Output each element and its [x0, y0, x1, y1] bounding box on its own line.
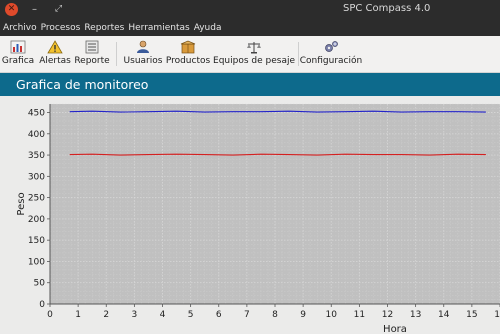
- gears-icon: [325, 41, 338, 52]
- section-title: Grafica de monitoreo: [16, 77, 149, 92]
- x-tick-label: 13: [410, 310, 421, 320]
- y-tick-label: 250: [28, 194, 45, 204]
- grafica-label: Grafica: [1, 56, 35, 66]
- close-window-button[interactable]: ✕: [5, 3, 18, 16]
- x-tick-label: 5: [188, 310, 194, 320]
- bar-chart-icon: [10, 40, 26, 54]
- y-tick-label: 300: [28, 172, 45, 182]
- window-title-bar: ✕ – ⤢ SPC Compass 4.0: [0, 0, 500, 19]
- x-tick-label: 0: [47, 310, 53, 320]
- equipos-de-pesaje-label: Equipos de pesaje: [213, 56, 295, 66]
- menu-herramientas[interactable]: Herramientas: [128, 23, 189, 33]
- alertas-button[interactable]: Alertas: [39, 39, 71, 69]
- x-tick-label: 10: [326, 310, 338, 320]
- monitoring-chart: 012345678910111213141516 050100150200250…: [16, 103, 500, 334]
- equipos-de-pesaje-button[interactable]: Equipos de pesaje: [213, 39, 295, 69]
- menu-reportes[interactable]: Reportes: [84, 23, 124, 33]
- productos-button[interactable]: Productos: [165, 39, 211, 69]
- x-tick-label: 7: [244, 310, 250, 320]
- monitoring-chart-area: 012345678910111213141516 050100150200250…: [0, 96, 500, 334]
- y-tick-label: 400: [28, 130, 45, 140]
- configuracion-label: Configuración: [299, 56, 363, 66]
- x-tick-label: 3: [132, 310, 138, 320]
- configuracion-button[interactable]: Configuración: [300, 39, 362, 69]
- warning-icon: [47, 40, 63, 54]
- x-tick-label: 1: [75, 310, 81, 320]
- usuarios-button[interactable]: Usuarios: [123, 39, 163, 69]
- y-tick-label: 150: [28, 236, 45, 246]
- toolbar: Grafica Alertas Reporte Usuarios Product…: [0, 36, 500, 73]
- user-icon: [137, 40, 149, 53]
- reporte-label: Reporte: [74, 56, 110, 66]
- y-tick-label: 100: [28, 257, 45, 267]
- scale-icon: [247, 42, 261, 54]
- productos-label: Productos: [165, 56, 211, 66]
- x-tick-label: 11: [354, 310, 365, 320]
- menu-bar: Archivo Procesos Reportes Herramientas A…: [0, 19, 500, 36]
- section-header: Grafica de monitoreo: [0, 73, 500, 96]
- x-tick-labels: 012345678910111213141516: [47, 304, 500, 320]
- box-icon: [180, 40, 196, 54]
- menu-archivo[interactable]: Archivo: [3, 23, 37, 33]
- y-tick-label: 450: [28, 109, 45, 119]
- x-tick-label: 12: [382, 310, 393, 320]
- y-tick-label: 0: [39, 300, 45, 310]
- usuarios-label: Usuarios: [123, 56, 163, 66]
- x-tick-label: 15: [466, 310, 477, 320]
- window-title: SPC Compass 4.0: [343, 3, 431, 14]
- x-tick-label: 8: [272, 310, 278, 320]
- x-tick-label: 14: [438, 310, 450, 320]
- x-axis-label: Hora: [383, 324, 407, 334]
- x-tick-label: 16: [494, 310, 500, 320]
- y-tick-label: 50: [34, 279, 46, 289]
- x-tick-label: 9: [300, 310, 306, 320]
- y-axis-label: Peso: [16, 192, 27, 215]
- toolbar-separator: [116, 42, 117, 66]
- y-tick-label: 200: [28, 215, 45, 225]
- grafica-button[interactable]: Grafica: [1, 39, 35, 69]
- maximize-window-button[interactable]: ⤢: [52, 3, 65, 16]
- report-icon: [85, 40, 99, 54]
- alertas-label: Alertas: [39, 56, 71, 66]
- menu-ayuda[interactable]: Ayuda: [194, 23, 222, 33]
- minimize-window-button[interactable]: –: [28, 3, 41, 16]
- reporte-button[interactable]: Reporte: [74, 39, 110, 69]
- x-tick-label: 2: [103, 310, 109, 320]
- x-tick-label: 4: [160, 310, 166, 320]
- y-tick-labels: 0 50 100 150 200 250 300 350 400 450: [28, 109, 50, 310]
- x-tick-label: 6: [216, 310, 222, 320]
- menu-procesos[interactable]: Procesos: [41, 23, 81, 33]
- y-tick-label: 350: [28, 151, 45, 161]
